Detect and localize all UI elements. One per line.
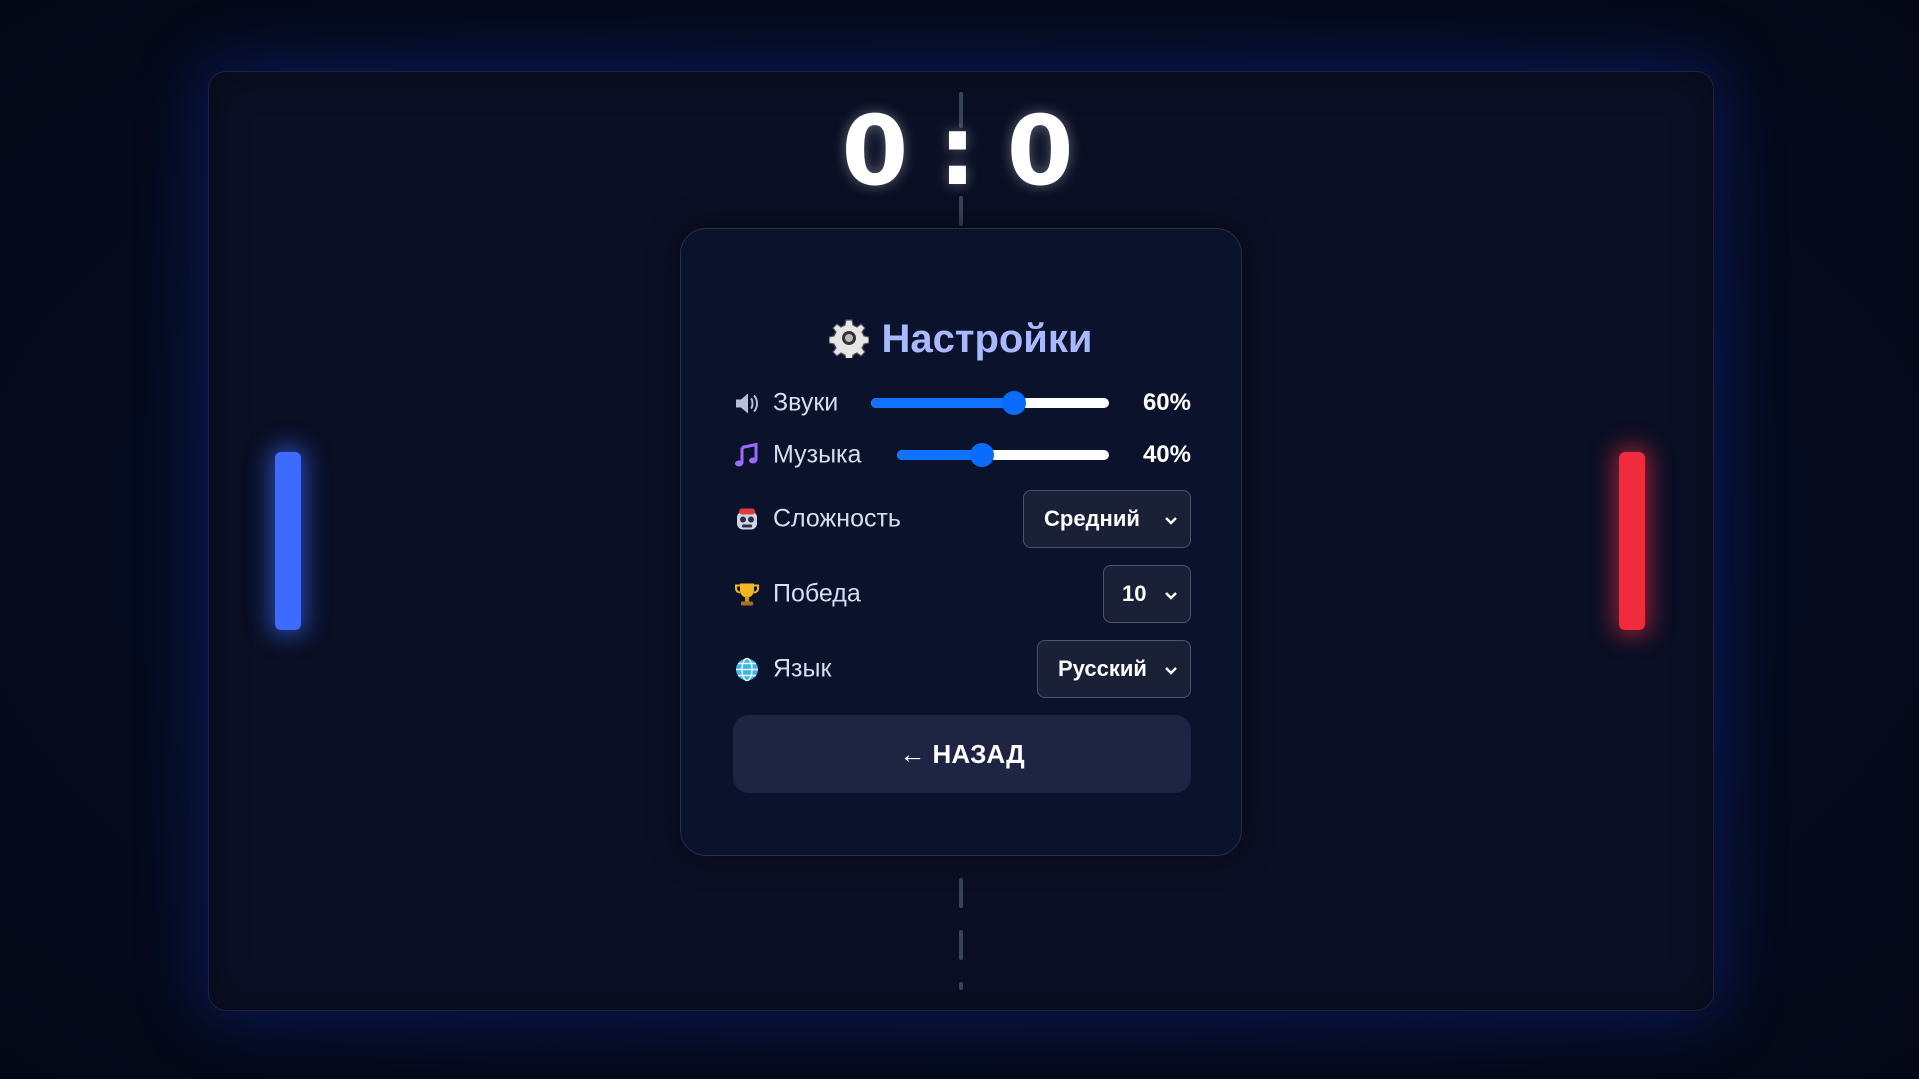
sound-label: Звуки xyxy=(773,388,839,417)
language-row: Язык Русский xyxy=(733,640,1191,698)
settings-title-text: Настройки xyxy=(881,317,1093,361)
settings-title: Настройки xyxy=(681,317,1241,368)
globe-icon xyxy=(733,655,761,683)
sound-slider-thumb[interactable] xyxy=(1001,391,1026,415)
difficulty-row: Сложность Средний xyxy=(733,490,1191,548)
center-line-bottom-1 xyxy=(959,878,963,908)
back-button[interactable]: ← НАЗАД xyxy=(733,715,1191,793)
trophy-icon xyxy=(733,580,761,608)
language-label: Язык xyxy=(773,654,832,683)
win-select[interactable]: 10 xyxy=(1103,565,1191,623)
sound-slider-fill xyxy=(871,398,1014,408)
speaker-icon xyxy=(733,389,761,417)
chevron-down-icon xyxy=(1164,656,1178,682)
sound-slider[interactable] xyxy=(871,391,1109,415)
sound-row: Звуки 60% xyxy=(733,381,1191,425)
music-slider[interactable] xyxy=(897,443,1109,467)
sound-value: 60% xyxy=(1142,389,1191,416)
win-select-value: 10 xyxy=(1122,581,1147,606)
difficulty-label: Сложность xyxy=(773,504,901,533)
music-note-icon xyxy=(733,441,761,469)
music-row: Музыка 40% xyxy=(733,433,1191,477)
score-separator: : xyxy=(938,95,981,207)
score-right: 0 xyxy=(1006,95,1078,207)
score-left: 0 xyxy=(841,95,913,207)
left-paddle xyxy=(275,452,301,630)
music-slider-thumb[interactable] xyxy=(969,443,994,467)
win-row: Победа 10 xyxy=(733,565,1191,623)
chevron-down-icon xyxy=(1164,581,1178,607)
right-paddle xyxy=(1619,452,1645,630)
difficulty-select[interactable]: Средний xyxy=(1023,490,1191,548)
language-select[interactable]: Русский xyxy=(1037,640,1191,698)
settings-panel: Настройки Звуки 60% Музыка 40% Сложность… xyxy=(680,228,1242,856)
language-select-value: Русский xyxy=(1058,656,1147,681)
difficulty-select-value: Средний xyxy=(1044,506,1140,531)
center-line-bottom-2 xyxy=(959,930,963,960)
win-label: Победа xyxy=(773,579,861,608)
chevron-down-icon xyxy=(1164,506,1178,532)
gear-icon xyxy=(828,318,871,368)
robot-icon xyxy=(733,505,761,533)
music-value: 40% xyxy=(1142,441,1191,468)
scoreboard: 0:0 xyxy=(0,95,1919,207)
music-label: Музыка xyxy=(773,440,862,469)
center-line-bottom-3 xyxy=(959,982,963,990)
